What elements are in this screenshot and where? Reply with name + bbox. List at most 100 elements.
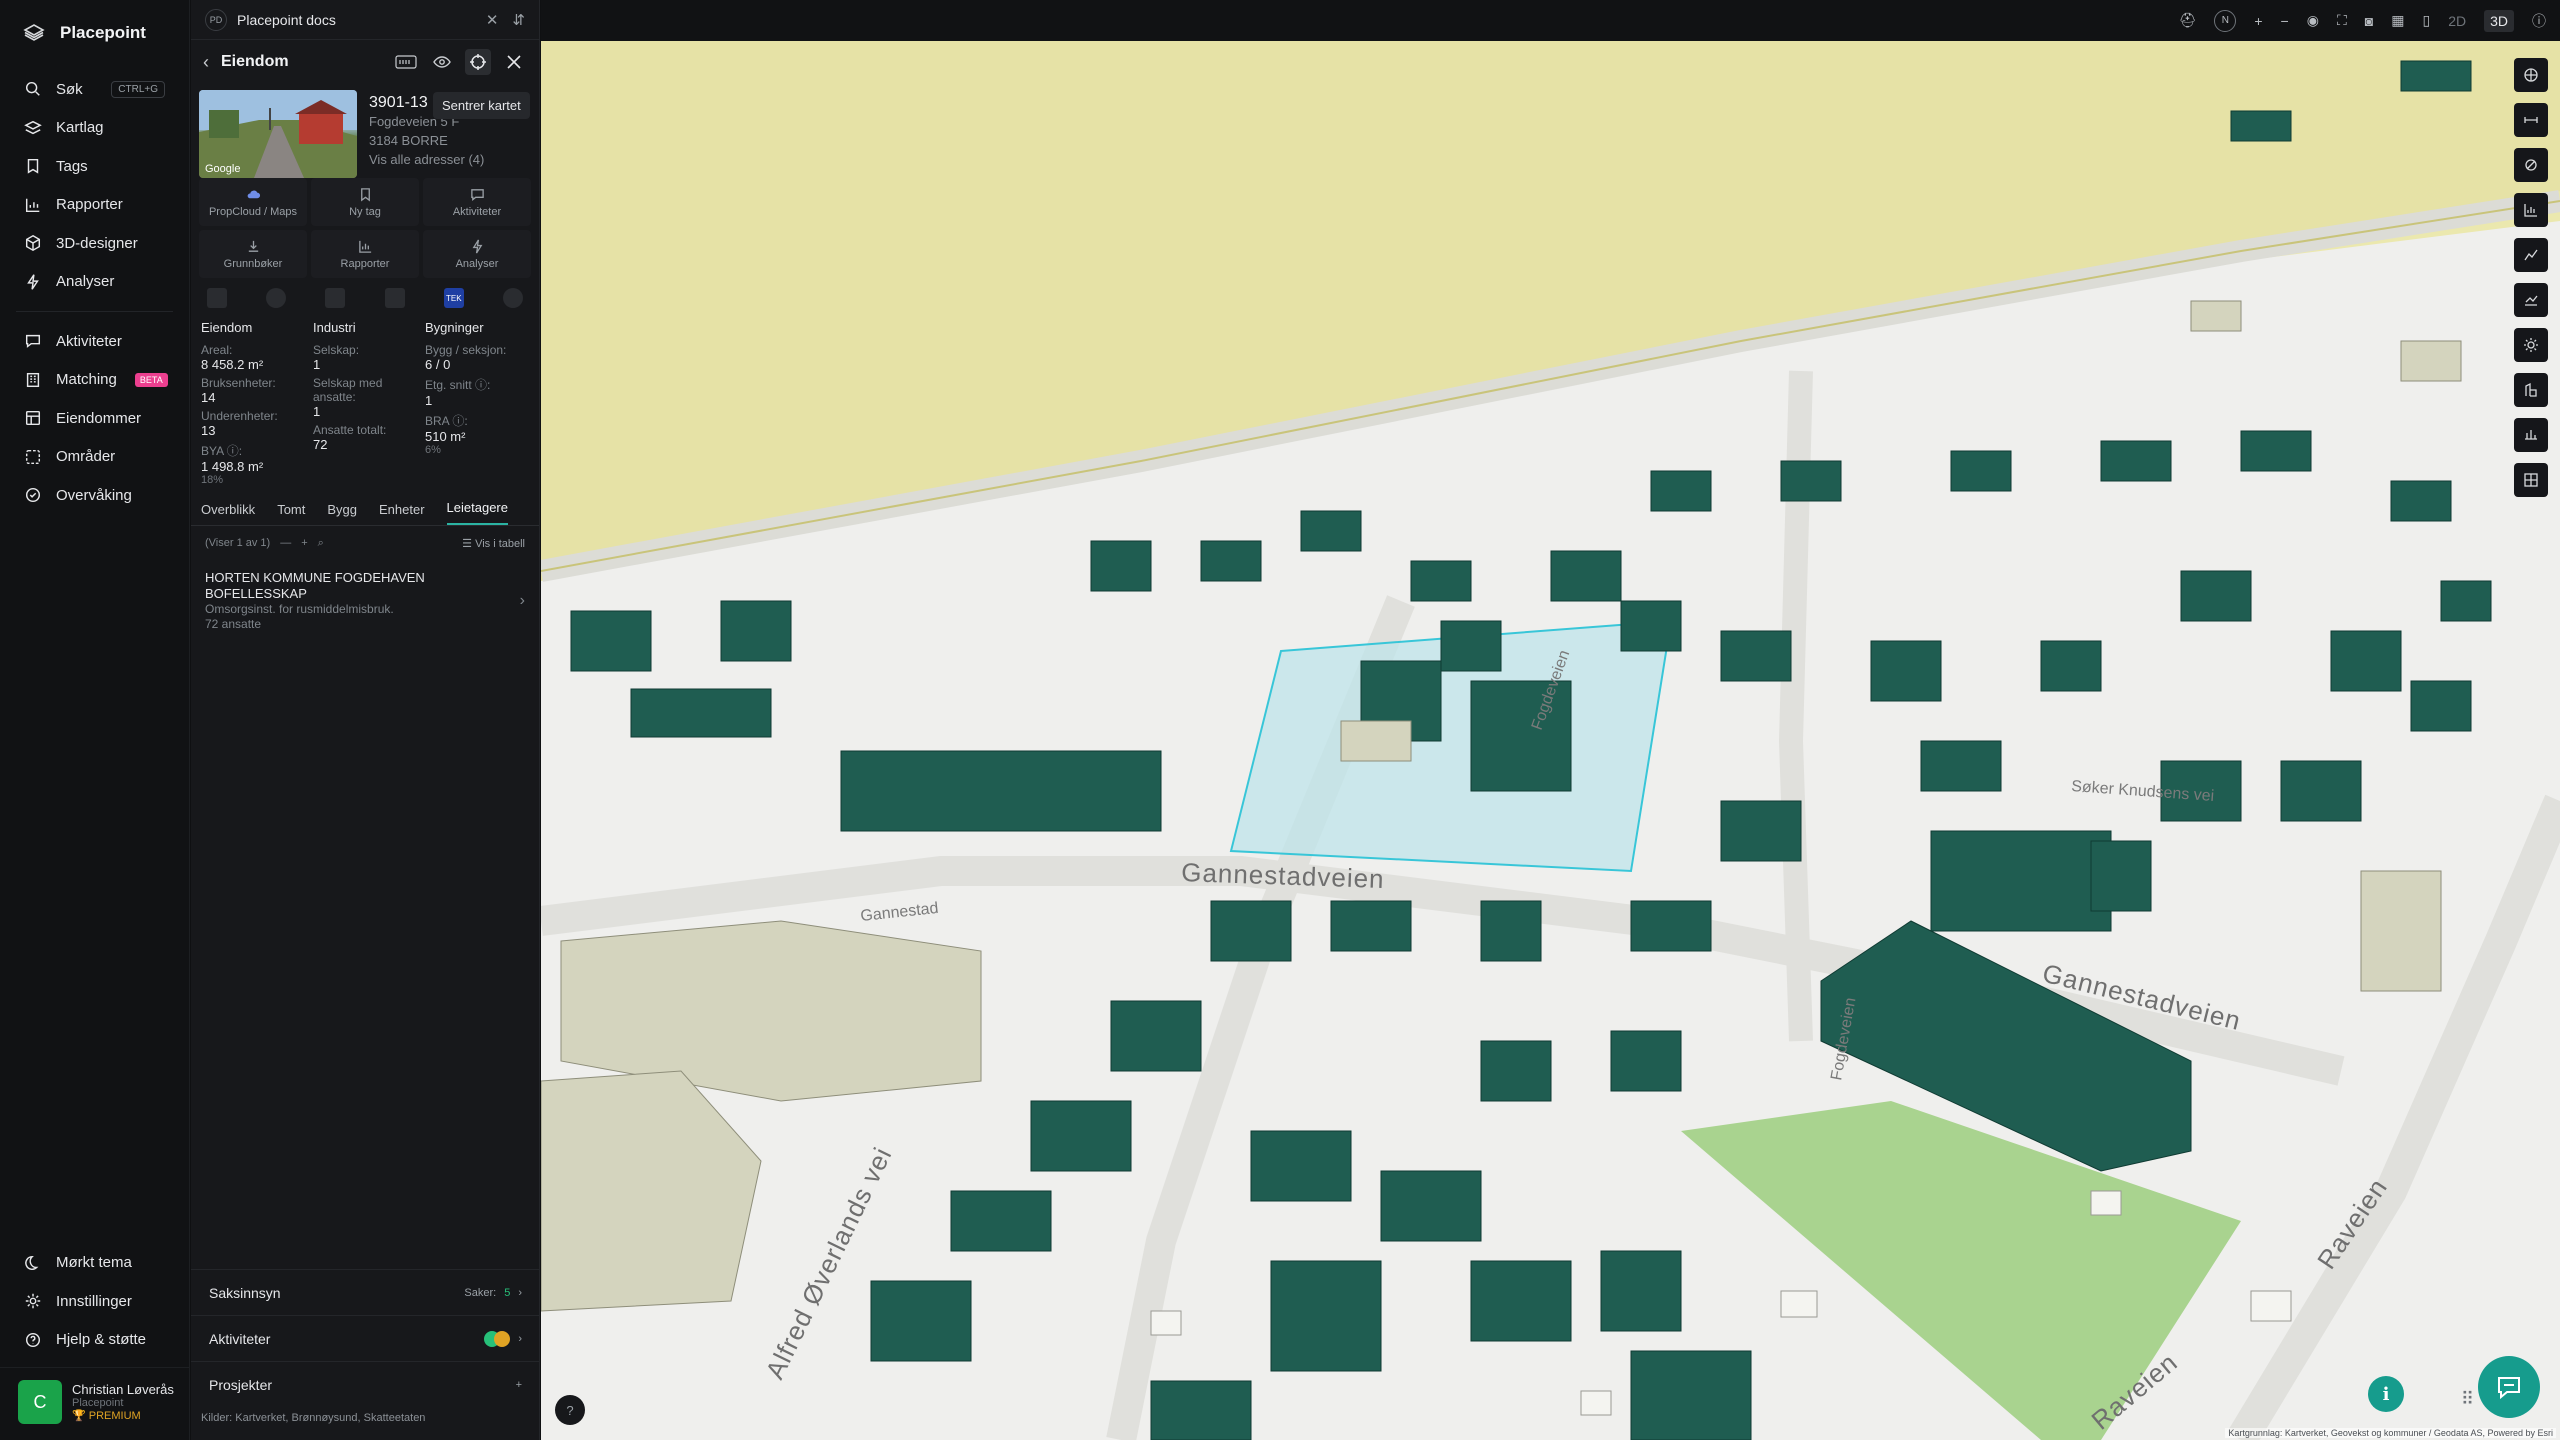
building[interactable] xyxy=(840,750,1162,832)
building[interactable] xyxy=(2440,580,2492,622)
nav-item-search[interactable]: Søk CTRL+G xyxy=(0,70,189,109)
view-2d-toggle[interactable]: 2D xyxy=(2448,13,2466,29)
building[interactable] xyxy=(1150,1380,1252,1440)
id-card-icon[interactable] xyxy=(393,49,419,75)
camera-icon[interactable]: ◙ xyxy=(2365,13,2373,29)
nav-item-dark-theme[interactable]: Mørkt tema xyxy=(0,1244,190,1283)
tab-leietagere[interactable]: Leietagere xyxy=(446,500,508,525)
building[interactable] xyxy=(2280,760,2362,822)
building[interactable] xyxy=(1030,1100,1132,1172)
building[interactable] xyxy=(1480,1040,1552,1102)
building-commercial[interactable] xyxy=(1340,720,1412,762)
layer-view-icon[interactable] xyxy=(2514,148,2548,182)
more-icon[interactable] xyxy=(502,288,523,308)
building[interactable] xyxy=(1410,560,1472,602)
zoom-out-icon[interactable]: − xyxy=(2281,13,2289,29)
building-commercial[interactable] xyxy=(2190,300,2242,332)
nav-item-matching[interactable]: Matching BETA xyxy=(0,361,189,400)
building[interactable] xyxy=(1620,600,1682,652)
plus-icon[interactable]: + xyxy=(301,537,307,549)
building[interactable] xyxy=(1440,620,1502,672)
minus-icon[interactable]: — xyxy=(280,537,291,549)
source-link[interactable]: Kartverket, xyxy=(235,1412,288,1424)
building[interactable] xyxy=(1920,740,2002,792)
chat-support-button[interactable] xyxy=(2478,1356,2540,1418)
building[interactable] xyxy=(2240,430,2312,472)
building[interactable] xyxy=(1630,1350,1752,1440)
shadow-icon[interactable] xyxy=(2514,373,2548,407)
industry-icon[interactable] xyxy=(325,288,346,308)
elevation-icon[interactable] xyxy=(2514,238,2548,272)
map-info-button[interactable]: i xyxy=(2368,1376,2404,1412)
building[interactable] xyxy=(1600,1250,1682,1332)
reports-button[interactable]: Rapporter xyxy=(311,230,419,278)
info-icon[interactable]: ⓘ xyxy=(2532,11,2546,31)
nav-item-aktiviteter[interactable]: Aktiviteter xyxy=(0,322,189,361)
list-item[interactable]: HORTEN KOMMUNE FOGDEHAVEN BOFELLESSKAP O… xyxy=(191,560,539,642)
building[interactable] xyxy=(1270,1260,1382,1372)
building[interactable] xyxy=(2180,570,2252,622)
eye-icon[interactable] xyxy=(429,49,455,75)
building[interactable] xyxy=(1930,830,2112,932)
analyses-button[interactable]: Analyser xyxy=(423,230,531,278)
building[interactable] xyxy=(1780,460,1842,502)
building[interactable] xyxy=(2100,440,2172,482)
building[interactable] xyxy=(2390,480,2452,522)
building[interactable] xyxy=(1870,640,1942,702)
search-icon[interactable]: ⌕ xyxy=(318,537,324,550)
all-addresses-link[interactable]: Vis alle adresser (4) xyxy=(369,150,484,169)
tab-tomt[interactable]: Tomt xyxy=(277,502,305,525)
building-commercial[interactable] xyxy=(2360,870,2442,992)
building[interactable] xyxy=(1300,510,1362,552)
source-link[interactable]: Brønnøysund, xyxy=(292,1412,361,1424)
sun-icon[interactable] xyxy=(2514,328,2548,362)
tab-bygg[interactable]: Bygg xyxy=(327,502,357,525)
bookmark-icon[interactable]: ▯ xyxy=(2422,12,2430,29)
eye-icon[interactable]: ◉ xyxy=(2307,12,2319,29)
map-help-button[interactable]: ? xyxy=(555,1395,585,1425)
nav-item-overvaking[interactable]: Overvåking xyxy=(0,476,189,515)
zoom-in-icon[interactable]: + xyxy=(2254,13,2262,29)
nav-item-3d-designer[interactable]: 3D-designer xyxy=(0,224,189,263)
close-panel-icon[interactable] xyxy=(501,49,527,75)
chevron-updown-icon[interactable]: ⇵ xyxy=(512,11,525,29)
shed[interactable] xyxy=(1580,1390,1612,1416)
street-view-photo[interactable]: Google xyxy=(199,90,357,178)
table-view-link[interactable]: ☰ Vis i tabell xyxy=(462,537,525,550)
add-icon[interactable]: + xyxy=(516,1379,522,1391)
workspace-name[interactable]: Placepoint docs xyxy=(237,12,336,28)
building[interactable] xyxy=(2090,840,2152,912)
nav-item-help[interactable]: Hjelp & støtte xyxy=(0,1321,190,1360)
shed[interactable] xyxy=(1150,1310,1182,1336)
building[interactable] xyxy=(1720,800,1802,862)
close-icon[interactable]: ✕ xyxy=(486,11,499,29)
nav-item-rapporter[interactable]: Rapporter xyxy=(0,186,189,225)
center-map-button[interactable] xyxy=(465,49,491,75)
building[interactable] xyxy=(1210,900,1292,962)
nav-item-omrader[interactable]: Områder xyxy=(0,438,189,477)
grid-analysis-icon[interactable] xyxy=(2514,463,2548,497)
building[interactable] xyxy=(1380,1170,1482,1242)
shed[interactable] xyxy=(1780,1290,1818,1318)
tab-enheter[interactable]: Enheter xyxy=(379,502,425,525)
propcloud-button[interactable]: PropCloud / Maps xyxy=(199,178,307,226)
building[interactable] xyxy=(2330,630,2402,692)
building[interactable] xyxy=(1480,900,1542,962)
compass-icon[interactable]: N xyxy=(2214,9,2237,32)
shed[interactable] xyxy=(2090,1190,2122,1216)
registry-icon[interactable] xyxy=(207,288,227,308)
nav-item-eiendommer[interactable]: Eiendommer xyxy=(0,399,189,438)
signal-icon[interactable] xyxy=(384,288,405,308)
user-profile[interactable]: C Christian Løverås Placepoint 🏆 PREMIUM xyxy=(0,1367,190,1440)
building[interactable] xyxy=(1950,450,2012,492)
globe-icon[interactable] xyxy=(266,288,287,308)
source-link[interactable]: Skatteetaten xyxy=(364,1412,426,1424)
building[interactable] xyxy=(2040,640,2102,692)
chart-icon[interactable] xyxy=(2514,193,2548,227)
land-registry-button[interactable]: Grunnbøker xyxy=(199,230,307,278)
nav-item-analyser[interactable]: Analyser xyxy=(0,263,189,302)
brand[interactable]: Placepoint xyxy=(0,0,189,66)
building[interactable] xyxy=(1090,540,1152,592)
drag-handle-icon[interactable]: ⠿ xyxy=(2461,1389,2474,1410)
building[interactable] xyxy=(1110,1000,1202,1072)
